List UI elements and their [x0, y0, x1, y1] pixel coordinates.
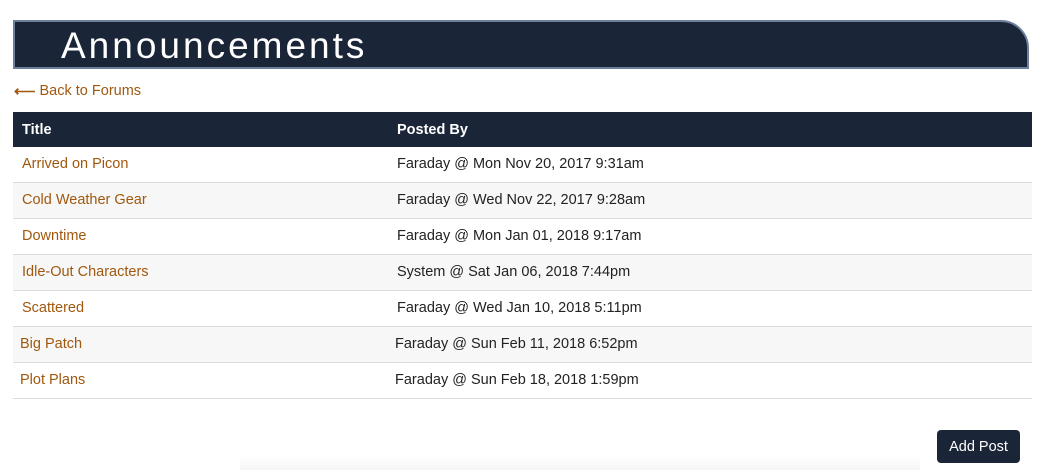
topic-posted-by: System @ Sat Jan 06, 2018 7:44pm: [397, 264, 631, 280]
footer-shadow: [240, 455, 920, 470]
topic-title-link[interactable]: Plot Plans: [20, 372, 85, 388]
topic-title-link[interactable]: Arrived on Picon: [22, 156, 128, 172]
table-header: Title Posted By: [13, 112, 1032, 147]
header-title: Title: [22, 121, 52, 138]
back-to-forums-label: Back to Forums: [39, 83, 142, 99]
topic-posted-by: Faraday @ Sun Feb 11, 2018 6:52pm: [395, 336, 638, 352]
page-banner: Announcements: [13, 20, 1029, 69]
topic-title-link[interactable]: Downtime: [22, 228, 86, 244]
topic-title-link[interactable]: Cold Weather Gear: [22, 192, 147, 208]
topic-title-link[interactable]: Scattered: [22, 300, 84, 316]
forum-page: Announcements ⟵ Back to Forums Title Pos…: [0, 0, 1044, 470]
topic-posted-by: Faraday @ Wed Nov 22, 2017 9:28am: [397, 192, 646, 208]
back-to-forums-link[interactable]: ⟵ Back to Forums: [14, 82, 141, 100]
add-post-button[interactable]: Add Post: [937, 430, 1020, 463]
topic-posted-by: Faraday @ Mon Nov 20, 2017 9:31am: [397, 156, 644, 172]
back-arrow-icon: ⟵: [14, 83, 36, 100]
topics-table: Title Posted By Arrived on Picon Faraday…: [13, 112, 1032, 399]
table-row: Cold Weather Gear Faraday @ Wed Nov 22, …: [13, 183, 1032, 219]
topic-title-link[interactable]: Idle-Out Characters: [22, 264, 149, 280]
header-posted-by: Posted By: [397, 121, 468, 138]
topic-posted-by: Faraday @ Sun Feb 18, 2018 1:59pm: [395, 372, 639, 388]
page-title: Announcements: [61, 25, 368, 66]
table-row: Plot Plans Faraday @ Sun Feb 18, 2018 1:…: [13, 363, 1032, 399]
table-row: Arrived on Picon Faraday @ Mon Nov 20, 2…: [13, 147, 1032, 183]
table-row: Big Patch Faraday @ Sun Feb 11, 2018 6:5…: [13, 327, 1032, 363]
topic-posted-by: Faraday @ Mon Jan 01, 2018 9:17am: [397, 228, 642, 244]
table-row: Scattered Faraday @ Wed Jan 10, 2018 5:1…: [13, 291, 1032, 327]
topic-posted-by: Faraday @ Wed Jan 10, 2018 5:11pm: [397, 300, 642, 316]
table-row: Idle-Out Characters System @ Sat Jan 06,…: [13, 255, 1032, 291]
topic-title-link[interactable]: Big Patch: [20, 336, 82, 352]
table-row: Downtime Faraday @ Mon Jan 01, 2018 9:17…: [13, 219, 1032, 255]
